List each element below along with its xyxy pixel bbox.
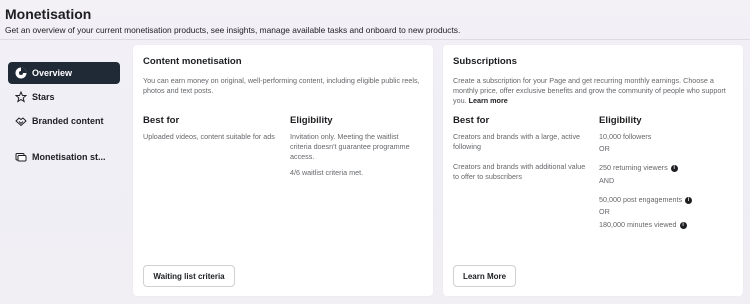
criteria-post-engagements-text: 50,000 post engagements xyxy=(599,195,683,204)
card-description: You can earn money on original, well-per… xyxy=(143,76,420,95)
best-for-text-1: Creators and brands with a large, active… xyxy=(453,132,581,151)
subscriptions-card: Subscriptions Create a subscription for … xyxy=(443,45,743,296)
criteria-post-engagements: 50,000 post engagements i xyxy=(599,195,693,205)
criteria-returning-viewers: 250 returning viewers i xyxy=(599,163,678,173)
sidebar: Overview Stars Branded content Monetisat… xyxy=(8,62,120,170)
page-subtitle: Get an overview of your current monetisa… xyxy=(5,25,461,35)
criteria-minutes-viewed-text: 180,000 minutes viewed xyxy=(599,220,677,229)
best-for-heading: Best for xyxy=(143,115,180,126)
criteria-returning-viewers-text: 250 returning viewers xyxy=(599,163,668,172)
sidebar-item-label: Monetisation st... xyxy=(32,152,106,162)
best-for-text-2: Creators and brands with additional valu… xyxy=(453,162,586,181)
info-icon[interactable]: i xyxy=(679,221,687,229)
sidebar-item-label: Overview xyxy=(32,68,73,78)
criteria-met-text: 4/6 waitlist criteria met. xyxy=(290,168,364,177)
eligibility-heading: Eligibility xyxy=(599,115,642,126)
eligibility-heading: Eligibility xyxy=(290,115,333,126)
sidebar-item-label: Branded content xyxy=(32,116,104,126)
stars-icon xyxy=(14,91,27,104)
handshake-icon xyxy=(14,115,27,128)
card-description: Create a subscription for your Page and … xyxy=(453,76,738,106)
card-title: Content monetisation xyxy=(143,56,242,67)
content-monetisation-card: Content monetisation You can earn money … xyxy=(133,45,433,296)
info-icon[interactable]: i xyxy=(670,164,678,172)
learn-more-link[interactable]: Learn more xyxy=(469,96,508,105)
card-title: Subscriptions xyxy=(453,56,517,67)
sidebar-item-label: Stars xyxy=(32,92,55,102)
criteria-followers: 10,000 followers xyxy=(599,132,652,141)
waiting-list-criteria-button[interactable]: Waiting list criteria xyxy=(143,265,235,287)
sidebar-item-overview[interactable]: Overview xyxy=(8,62,120,84)
sidebar-item-stars[interactable]: Stars xyxy=(8,86,120,108)
best-for-heading: Best for xyxy=(453,115,490,126)
page-title: Monetisation xyxy=(5,6,92,22)
sidebar-item-monetisation-status[interactable]: Monetisation st... xyxy=(8,146,120,168)
criteria-and: AND xyxy=(599,176,615,185)
eligibility-text: Invitation only. Meeting the waitlist cr… xyxy=(290,132,410,161)
monetisation-status-icon xyxy=(14,151,27,164)
criteria-minutes-viewed: 180,000 minutes viewed i xyxy=(599,220,687,230)
info-icon[interactable]: i xyxy=(685,196,693,204)
overview-icon xyxy=(14,67,27,80)
sidebar-item-branded-content[interactable]: Branded content xyxy=(8,110,120,132)
learn-more-button[interactable]: Learn More xyxy=(453,265,516,287)
best-for-text: Uploaded videos, content suitable for ad… xyxy=(143,132,275,141)
criteria-or: OR xyxy=(599,144,610,153)
header-divider xyxy=(0,39,750,40)
criteria-or: OR xyxy=(599,207,610,216)
page-header: Monetisation Get an overview of your cur… xyxy=(5,5,750,36)
